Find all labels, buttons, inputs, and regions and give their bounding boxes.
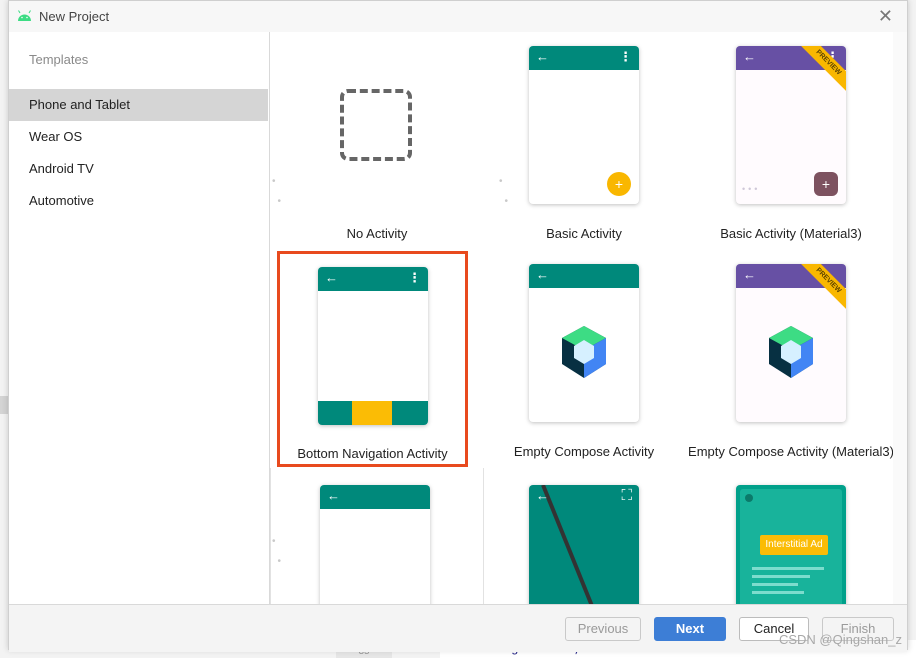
ad-text-line [752, 567, 824, 570]
app-bar: ← [320, 485, 430, 509]
sidebar-heading: Templates [29, 52, 89, 67]
phone-preview: ← ⋮ PREVIEW ••• + [736, 46, 846, 204]
ad-panel: Interstitial Ad [740, 489, 842, 604]
template-label: Empty Compose Activity (Material3) [688, 444, 893, 459]
sidebar-item-label: Android TV [29, 161, 94, 176]
overflow-menu-icon: ⋮ [408, 270, 421, 285]
template-basic-activity-material3[interactable]: ← ⋮ PREVIEW ••• + Basic Activity (Materi… [688, 32, 893, 250]
fab-plus-icon: + [607, 172, 631, 196]
bottom-nav-selected-item [352, 401, 392, 425]
template-no-activity[interactable]: No Activity [274, 32, 480, 250]
phone-preview: ← ⛶ [529, 485, 639, 604]
sidebar-item-label: Automotive [29, 193, 95, 208]
background-strip [0, 396, 8, 414]
jetpack-compose-logo-icon [562, 326, 606, 378]
close-icon[interactable]: ✕ [878, 7, 893, 25]
title-bar: New Project ✕ [9, 1, 907, 33]
page-dots-icon: ••• [742, 184, 761, 194]
phone-preview: ← [529, 264, 639, 422]
next-button[interactable]: Next [654, 617, 726, 641]
phone-preview: ← ⋮ + [529, 46, 639, 204]
phone-preview: ← ⋮ [318, 267, 428, 425]
bottom-nav-bar [318, 401, 428, 425]
dialog-footer: Previous Next Cancel Finish [9, 604, 907, 652]
ad-text-line [752, 575, 810, 578]
template-empty-compose-activity-material3[interactable]: ← PREVIEW Empty Compose Activity (Materi… [688, 250, 893, 468]
template-bottom-navigation-activity[interactable]: ← ⋮ Bottom Navigation Activity [277, 251, 468, 467]
back-arrow-icon: ← [327, 488, 340, 503]
app-bar: ← ⋮ [529, 46, 639, 70]
back-arrow-icon: ← [536, 488, 549, 503]
back-arrow-icon: ← [536, 49, 549, 64]
template-gallery: • • • • • • No Activity ← ⋮ + Basic Acti… [270, 32, 893, 604]
new-project-dialog: New Project ✕ Templates Phone and Tablet… [8, 0, 908, 652]
template-label: Basic Activity (Material3) [720, 226, 862, 241]
back-arrow-icon: ← [325, 270, 338, 285]
template-label: Basic Activity [546, 226, 622, 241]
fullscreen-icon: ⛶ [621, 487, 632, 504]
jetpack-compose-logo-icon [769, 326, 813, 378]
template-row3-teal-activity[interactable]: ← [270, 468, 484, 604]
interstitial-ad-badge: Interstitial Ad [760, 535, 828, 555]
template-empty-compose-activity[interactable]: ← Empty Compose Activity [481, 250, 687, 468]
back-arrow-icon: ← [743, 267, 756, 282]
android-icon [18, 10, 31, 21]
phone-preview: Interstitial Ad [736, 485, 846, 604]
ad-close-icon [745, 494, 753, 502]
sidebar-item-wear-os[interactable]: Wear OS [9, 121, 268, 153]
template-label: Bottom Navigation Activity [297, 446, 448, 461]
template-interstitial-ad[interactable]: Interstitial Ad [688, 468, 893, 604]
template-fullscreen-activity[interactable]: ← ⛶ [481, 468, 687, 604]
back-arrow-icon: ← [743, 49, 756, 64]
app-bar: ← ⋮ [318, 267, 428, 291]
gallery-scrollbar[interactable] [893, 32, 907, 604]
overflow-menu-icon: ⋮ [619, 49, 632, 64]
template-label: Empty Compose Activity [513, 444, 655, 459]
template-basic-activity[interactable]: ← ⋮ + Basic Activity [481, 32, 687, 250]
ad-text-line [752, 583, 798, 586]
sidebar-item-label: Wear OS [29, 129, 83, 144]
back-arrow-icon: ← [536, 267, 549, 282]
sidebar-item-label: Phone and Tablet [29, 97, 130, 112]
sidebar-item-automotive[interactable]: Automotive [9, 185, 268, 217]
window-title: New Project [39, 9, 110, 24]
phone-preview: ← [320, 485, 430, 604]
template-label: No Activity [346, 226, 408, 241]
fab-plus-icon: + [814, 172, 838, 196]
ad-text-line [752, 591, 804, 594]
phone-preview: ← PREVIEW [736, 264, 846, 422]
templates-sidebar: Templates Phone and Tablet Wear OS Andro… [9, 32, 270, 604]
previous-button[interactable]: Previous [565, 617, 641, 641]
watermark: CSDN @Qingshan_z [778, 632, 902, 647]
no-activity-icon [340, 89, 412, 161]
sidebar-item-android-tv[interactable]: Android TV [9, 153, 268, 185]
app-bar: ← [529, 264, 639, 288]
sidebar-item-phone-and-tablet[interactable]: Phone and Tablet [9, 89, 268, 121]
